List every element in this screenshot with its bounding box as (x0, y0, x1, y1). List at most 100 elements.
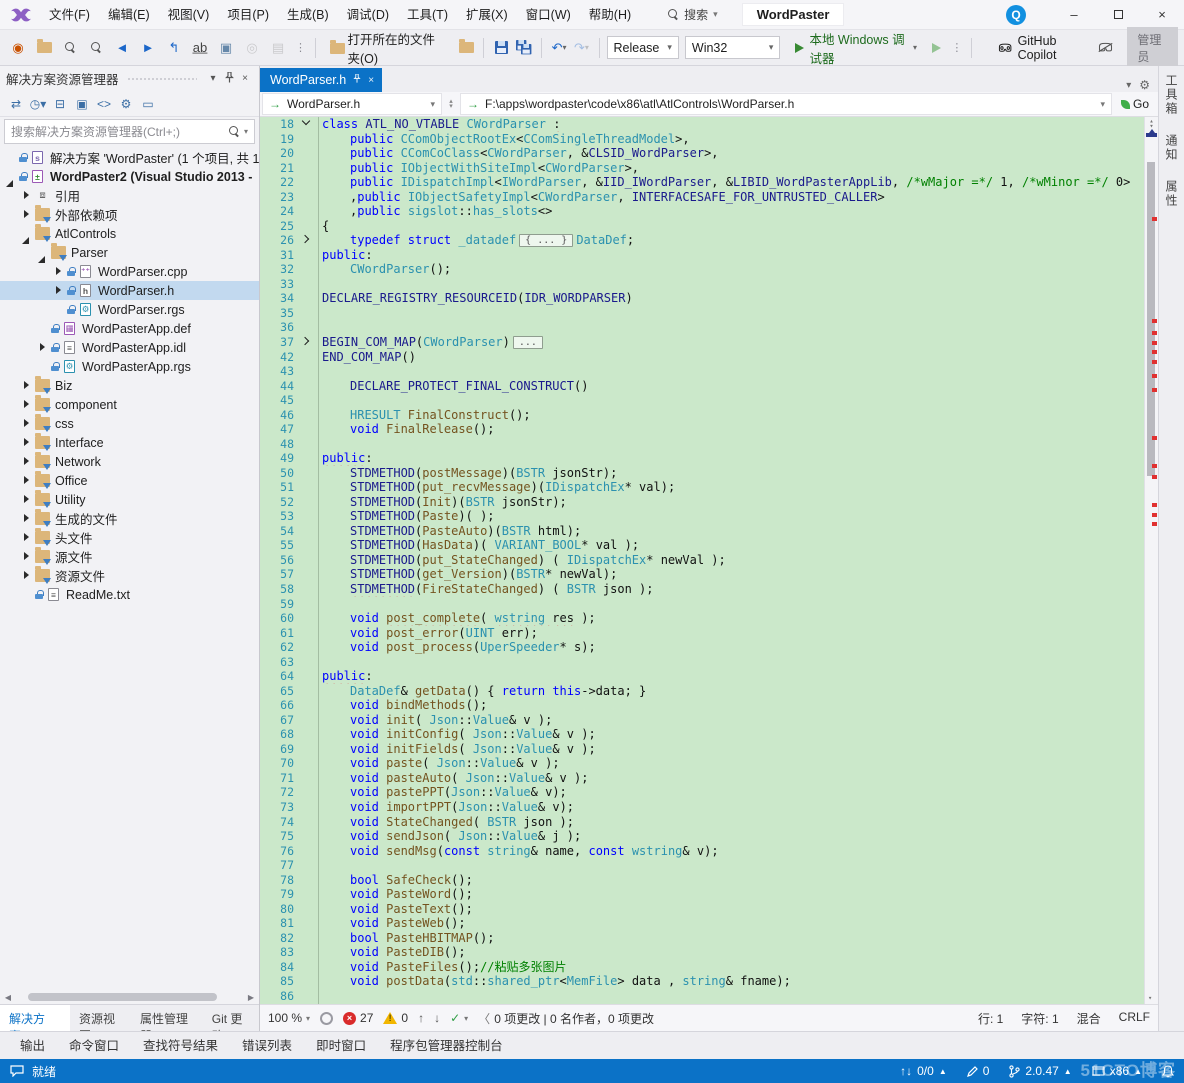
tree-item-wordparser.cpp[interactable]: ⁺⁺WordParser.cpp (0, 262, 259, 281)
pending-changes-filter-icon[interactable]: ◷▾ (28, 94, 48, 114)
collapsed-arrow-icon[interactable] (22, 533, 32, 543)
format-document-icon[interactable]: a̲b̲ (188, 36, 212, 60)
tree-item-wordparser.h[interactable]: hWordParser.h (0, 281, 259, 300)
menu-P[interactable]: 项目(P) (218, 0, 278, 30)
collapsed-arrow-icon[interactable] (22, 438, 32, 448)
copy-item-icon[interactable]: ▣ (214, 36, 238, 60)
menu-H[interactable]: 帮助(H) (580, 0, 640, 30)
codelens-changes[interactable]: 〈0 项更改 | 0 名作者，0 项更改 (478, 1010, 654, 1027)
pin-tab-icon[interactable] (353, 74, 361, 86)
notifications-bell[interactable] (1162, 1065, 1174, 1078)
code-line-57[interactable]: 57STDMETHOD(get_Version)(BSTR* newVal); (260, 567, 1144, 582)
scroll-left-arrow-icon[interactable]: ◀ (2, 993, 14, 1002)
tree-item-network[interactable]: Network (0, 452, 259, 471)
code-line-71[interactable]: 71void pasteAuto( Json::Value& v ); (260, 771, 1144, 786)
code-line-36[interactable]: 36 (260, 320, 1144, 335)
collapsed-arrow-icon[interactable] (22, 476, 32, 486)
code-line-21[interactable]: 21public IObjectWithSiteImpl<CWordParser… (260, 161, 1144, 176)
copilot-status-icon[interactable] (1095, 36, 1115, 60)
tree-item-office[interactable]: Office (0, 471, 259, 490)
code-line-76[interactable]: 76void sendMsg(const string& name, const… (260, 844, 1144, 859)
tree-item-css[interactable]: css (0, 414, 259, 433)
code-line-78[interactable]: 78bool SafeCheck(); (260, 873, 1144, 888)
fold-open-icon[interactable] (300, 117, 316, 132)
solution-search-box[interactable]: ▾ (4, 119, 255, 144)
code-line-70[interactable]: 70void paste( Json::Value& v ); (260, 756, 1144, 771)
title-search-button[interactable]: 搜索 ▾ (658, 3, 728, 26)
git-branch-status[interactable]: 2.0.47▲ (1009, 1064, 1071, 1078)
code-line-32[interactable]: 32CWordParser(); (260, 262, 1144, 277)
code-line-48[interactable]: 48 (260, 437, 1144, 452)
code-line-24[interactable]: 24,public sigslot::has_slots<> (260, 204, 1144, 219)
code-line-31[interactable]: 31public: (260, 248, 1144, 263)
code-line-55[interactable]: 55STDMETHOD(HasData)( VARIANT_BOOL* val … (260, 538, 1144, 553)
code-line-42[interactable]: 42END_COM_MAP() (260, 350, 1144, 365)
code-line-65[interactable]: 65DataDef& getData() { return this->data… (260, 684, 1144, 699)
sync-status[interactable]: ↑↓0/0▲ (900, 1064, 947, 1078)
collapse-all-icon[interactable]: ⊟ (50, 94, 70, 114)
panel-drag-grip[interactable] (127, 76, 197, 81)
scroll-right-arrow-icon[interactable]: ▶ (245, 993, 257, 1002)
tree-item-wordpasterapp.idl[interactable]: ≡WordPasterApp.idl (0, 338, 259, 357)
tree-item--[interactable]: 头文件 (0, 528, 259, 547)
prev-issue-arrow-icon[interactable]: ↑ (418, 1011, 424, 1025)
find-in-files-icon[interactable] (58, 36, 82, 60)
expanded-arrow-icon[interactable] (22, 229, 32, 239)
code-line-85[interactable]: 85void postData(std::shared_ptr<MemFile>… (260, 974, 1144, 989)
tree-item--[interactable]: 生成的文件 (0, 509, 259, 528)
collapsed-arrow-icon[interactable] (22, 495, 32, 505)
tree-item--[interactable]: ⧈引用 (0, 186, 259, 205)
attach-icon[interactable]: ◎ (240, 36, 264, 60)
code-line-46[interactable]: 46HRESULT FinalConstruct(); (260, 408, 1144, 423)
code-line-53[interactable]: 53STDMETHOD(Paste)( ); (260, 509, 1144, 524)
properties-page-icon[interactable]: ▣ (72, 94, 92, 114)
panel-tab-命令窗口[interactable]: 命令窗口 (59, 1031, 129, 1061)
code-line-47[interactable]: 47void FinalRelease(); (260, 422, 1144, 437)
char-indicator[interactable]: 字符: 1 (1021, 1010, 1058, 1027)
code-line-68[interactable]: 68void initConfig( Json::Value& v ); (260, 727, 1144, 742)
code-line-67[interactable]: 67void init( Json::Value& v ); (260, 713, 1144, 728)
menu-W[interactable]: 窗口(W) (517, 0, 580, 30)
code-line-82[interactable]: 82bool PasteHBITMAP(); (260, 931, 1144, 946)
code-line-83[interactable]: 83void PasteDIB(); (260, 945, 1144, 960)
vertical-tab-通知[interactable]: 通知 (1163, 134, 1180, 162)
solution-configuration-combobox[interactable]: Release▾ (607, 36, 679, 59)
code-line-75[interactable]: 75void sendJson( Json::Value& j ); (260, 829, 1144, 844)
code-line-64[interactable]: 64public: (260, 669, 1144, 684)
code-line-79[interactable]: 79void PasteWord(); (260, 887, 1144, 902)
close-tab-icon[interactable]: × (368, 75, 374, 86)
tree-item-wordpasterapp.rgs[interactable]: ⚙WordPasterApp.rgs (0, 357, 259, 376)
vertical-tab-属性[interactable]: 属性 (1163, 180, 1180, 208)
tree-item-component[interactable]: component (0, 395, 259, 414)
splitter-handle[interactable]: ▴▾ (444, 93, 458, 115)
code-line-63[interactable]: 63 (260, 655, 1144, 670)
code-line-60[interactable]: 60void post_complete( wstring res ); (260, 611, 1144, 626)
scrollbar-thumb[interactable] (28, 993, 217, 1001)
feedback-bubble-icon[interactable] (10, 1065, 24, 1077)
navigate-forward-icon[interactable]: ► (136, 36, 160, 60)
code-line-18[interactable]: 18class ATL_NO_VTABLE CWordParser : (260, 117, 1144, 132)
panel-tab-错误列表[interactable]: 错误列表 (232, 1031, 302, 1061)
collapsed-arrow-icon[interactable] (22, 514, 32, 524)
code-line-86[interactable]: 86 (260, 989, 1144, 1004)
solution-platform-combobox[interactable]: Win32▾ (685, 36, 781, 59)
save-icon[interactable] (491, 36, 511, 60)
pending-edits[interactable]: 0 (967, 1064, 990, 1078)
tree-item--[interactable]: 资源文件 (0, 566, 259, 585)
code-line-56[interactable]: 56STDMETHOD(put_StateChanged) ( IDispatc… (260, 553, 1144, 568)
code-line-69[interactable]: 69void initFields( Json::Value& v ); (260, 742, 1144, 757)
code-line-54[interactable]: 54STDMETHOD(PasteAuto)(BSTR html); (260, 524, 1144, 539)
fold-closed-icon[interactable] (300, 233, 316, 248)
code-line-72[interactable]: 72void pastePPT(Json::Value& v); (260, 785, 1144, 800)
tree-item--[interactable]: 源文件 (0, 547, 259, 566)
editor-vertical-scrollbar[interactable]: ▴▾ ▾ (1144, 117, 1158, 1004)
navigate-backward-icon[interactable]: ◄ (110, 36, 134, 60)
collapsed-arrow-icon[interactable] (22, 400, 32, 410)
preview-selected-icon[interactable]: ▭ (138, 94, 158, 114)
github-copilot-button[interactable]: GitHub Copilot (991, 31, 1093, 65)
code-line-84[interactable]: 84void PasteFiles();//粘贴多张图片 (260, 960, 1144, 975)
zoom-combobox[interactable]: 100 %▾ (268, 1011, 310, 1025)
code-line-37[interactable]: 37BEGIN_COM_MAP(CWordParser)... (260, 335, 1144, 350)
code-line-44[interactable]: 44DECLARE_PROTECT_FINAL_CONSTRUCT() (260, 379, 1144, 394)
code-line-34[interactable]: 34DECLARE_REGISTRY_RESOURCEID(IDR_WORDPA… (260, 291, 1144, 306)
